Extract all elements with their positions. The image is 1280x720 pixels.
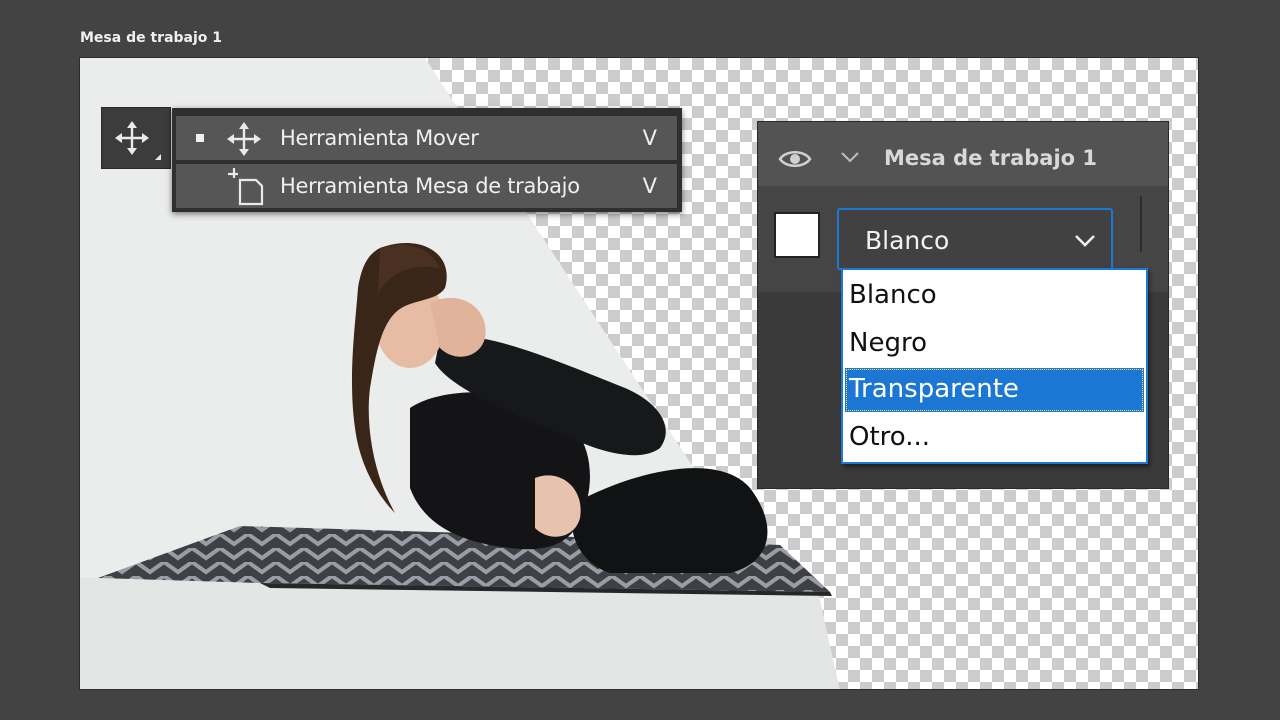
tool-flyout-menu: Herramienta Mover V Herramienta Mesa de … — [172, 108, 682, 212]
background-select[interactable]: Blanco — [837, 208, 1113, 270]
flyout-item-label: Herramienta Mesa de trabajo — [280, 174, 580, 198]
chevron-down-icon[interactable] — [840, 150, 860, 164]
flyout-indicator-icon — [155, 154, 161, 160]
chevron-down-icon — [1075, 235, 1095, 247]
artboard-icon — [228, 168, 264, 206]
move-icon — [115, 121, 149, 155]
option-label: Blanco — [849, 280, 937, 310]
option-transparente[interactable]: Transparente — [845, 368, 1144, 412]
flyout-item-label: Herramienta Mover — [280, 126, 479, 150]
flyout-item-shortcut: V — [642, 174, 657, 198]
background-color-swatch[interactable] — [774, 212, 820, 258]
option-label: Otro... — [849, 422, 931, 452]
select-value: Blanco — [865, 226, 950, 255]
move-icon — [227, 122, 261, 156]
divider — [1140, 196, 1142, 252]
option-label: Negro — [849, 328, 927, 358]
option-blanco[interactable]: Blanco — [845, 274, 1144, 318]
background-dropdown-list: Blanco Negro Transparente Otro... — [841, 268, 1148, 464]
panel-header: Mesa de trabajo 1 — [758, 122, 1168, 186]
panel-title: Mesa de trabajo 1 — [884, 146, 1098, 170]
selected-bullet-icon — [196, 134, 204, 142]
move-tool-button[interactable] — [102, 108, 170, 168]
option-label: Transparente — [849, 374, 1019, 404]
flyout-item-shortcut: V — [642, 126, 657, 150]
artboard-title: Mesa de trabajo 1 — [80, 30, 223, 46]
flyout-item-artboard-tool[interactable]: Herramienta Mesa de trabajo V — [176, 164, 677, 208]
flyout-item-move-tool[interactable]: Herramienta Mover V — [176, 116, 677, 160]
option-otro[interactable]: Otro... — [845, 416, 1144, 460]
option-negro[interactable]: Negro — [845, 322, 1144, 366]
eye-icon[interactable] — [778, 148, 812, 170]
